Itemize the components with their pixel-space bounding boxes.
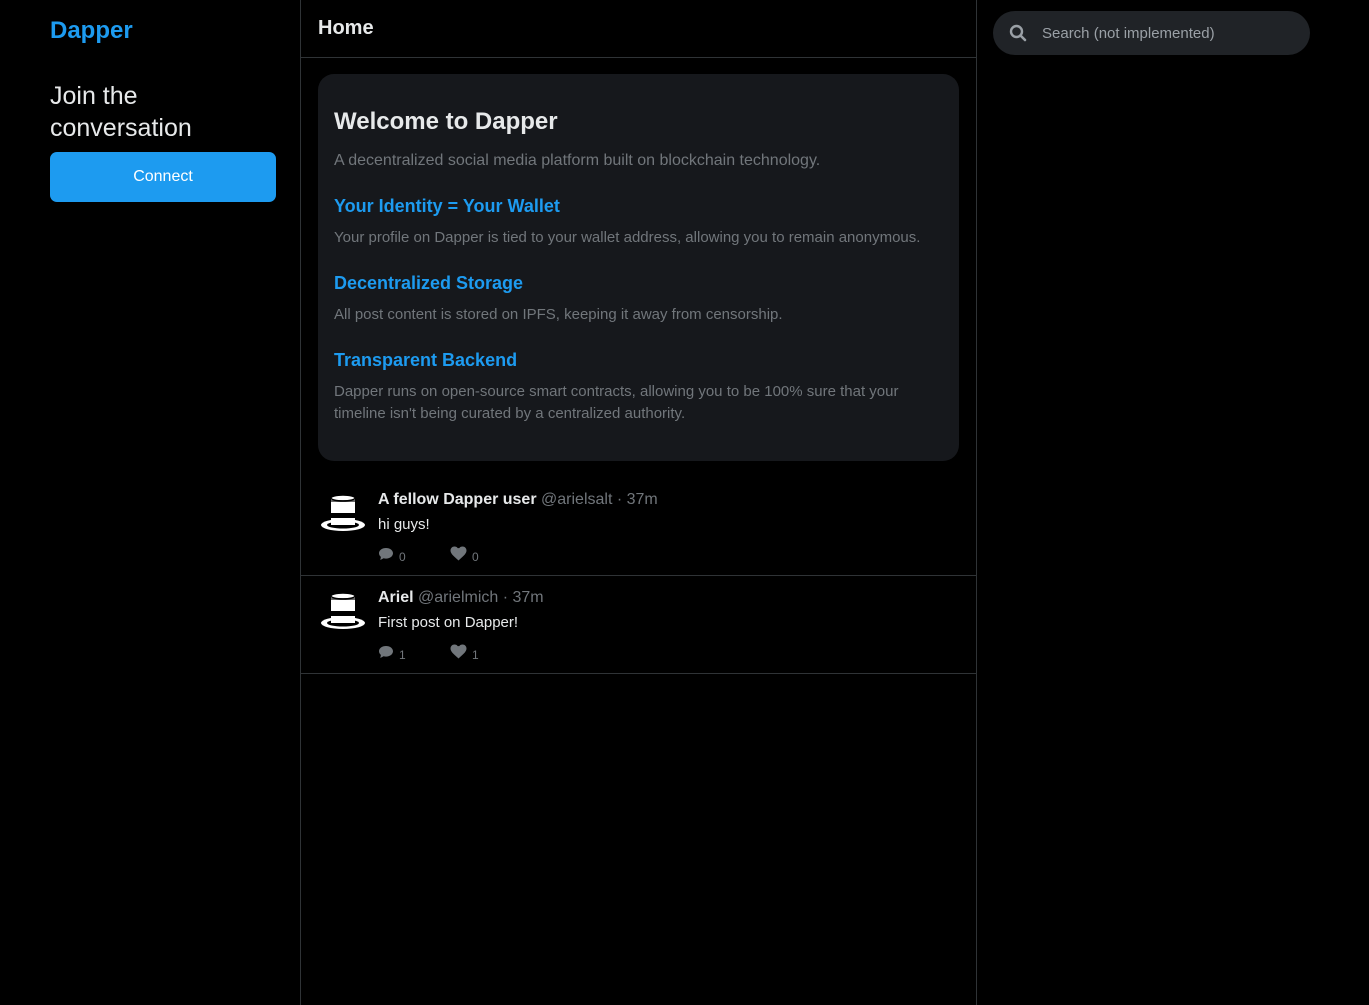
heart-icon bbox=[450, 546, 467, 561]
comment-icon bbox=[379, 547, 393, 560]
feature-text: Your profile on Dapper is tied to your w… bbox=[334, 229, 921, 246]
search-box[interactable] bbox=[993, 11, 1310, 55]
feature-title: Decentralized Storage bbox=[334, 273, 524, 293]
post-feed: A fellow Dapper user @arielsalt · 37m hi… bbox=[301, 478, 976, 674]
top-hat-icon[interactable] bbox=[319, 590, 367, 632]
heart-icon bbox=[450, 644, 467, 659]
post-item[interactable]: A fellow Dapper user @arielsalt · 37m hi… bbox=[301, 478, 976, 576]
page-header: Home bbox=[301, 0, 976, 58]
welcome-intro: A decentralized social media platform bu… bbox=[334, 152, 821, 169]
brand-logo[interactable]: Dapper bbox=[50, 17, 133, 45]
search-input[interactable] bbox=[1042, 24, 1282, 42]
post-author-name[interactable]: A fellow Dapper user bbox=[378, 491, 537, 508]
left-sidebar: Dapper Join the conversation Connect bbox=[0, 0, 301, 1005]
feature-storage: Decentralized Storage All post content i… bbox=[334, 273, 943, 326]
connect-button[interactable]: Connect bbox=[50, 152, 276, 202]
post-meta: @arielmich · 37m bbox=[418, 589, 544, 606]
welcome-card: Welcome to Dapper A decentralized social… bbox=[318, 74, 959, 461]
post-header: Ariel @arielmich · 37m bbox=[378, 589, 544, 607]
comment-button[interactable]: 0 bbox=[378, 546, 450, 564]
feature-title: Transparent Backend bbox=[334, 350, 518, 370]
feature-identity: Your Identity = Your Wallet Your profile… bbox=[334, 196, 943, 249]
join-heading: Join the conversation bbox=[50, 82, 192, 142]
like-count: 1 bbox=[472, 647, 479, 662]
comment-count: 1 bbox=[399, 647, 406, 662]
main-column: Home Welcome to Dapper A decentralized s… bbox=[300, 0, 977, 1005]
comment-icon bbox=[379, 645, 393, 658]
post-actions: 0 0 bbox=[378, 546, 522, 564]
feature-text: Dapper runs on open-source smart contrac… bbox=[334, 383, 899, 422]
comment-count: 0 bbox=[399, 549, 406, 564]
feature-backend: Transparent Backend Dapper runs on open-… bbox=[334, 350, 943, 425]
post-text: First post on Dapper! bbox=[378, 614, 519, 631]
like-button[interactable]: 1 bbox=[450, 644, 522, 662]
comment-button[interactable]: 1 bbox=[378, 644, 450, 662]
post-actions: 1 1 bbox=[378, 644, 522, 662]
post-author-name[interactable]: Ariel bbox=[378, 589, 414, 606]
top-hat-icon[interactable] bbox=[319, 492, 367, 534]
feature-title: Your Identity = Your Wallet bbox=[334, 196, 560, 216]
post-item[interactable]: Ariel @arielmich · 37m First post on Dap… bbox=[301, 576, 976, 674]
search-icon bbox=[1009, 24, 1027, 42]
post-meta: @arielsalt · 37m bbox=[541, 491, 658, 508]
like-count: 0 bbox=[472, 549, 479, 564]
feature-text: All post content is stored on IPFS, keep… bbox=[334, 306, 783, 323]
page-title: Home bbox=[318, 17, 374, 39]
post-text: hi guys! bbox=[378, 516, 430, 533]
like-button[interactable]: 0 bbox=[450, 546, 522, 564]
post-header: A fellow Dapper user @arielsalt · 37m bbox=[378, 491, 658, 509]
welcome-title: Welcome to Dapper bbox=[334, 108, 558, 135]
